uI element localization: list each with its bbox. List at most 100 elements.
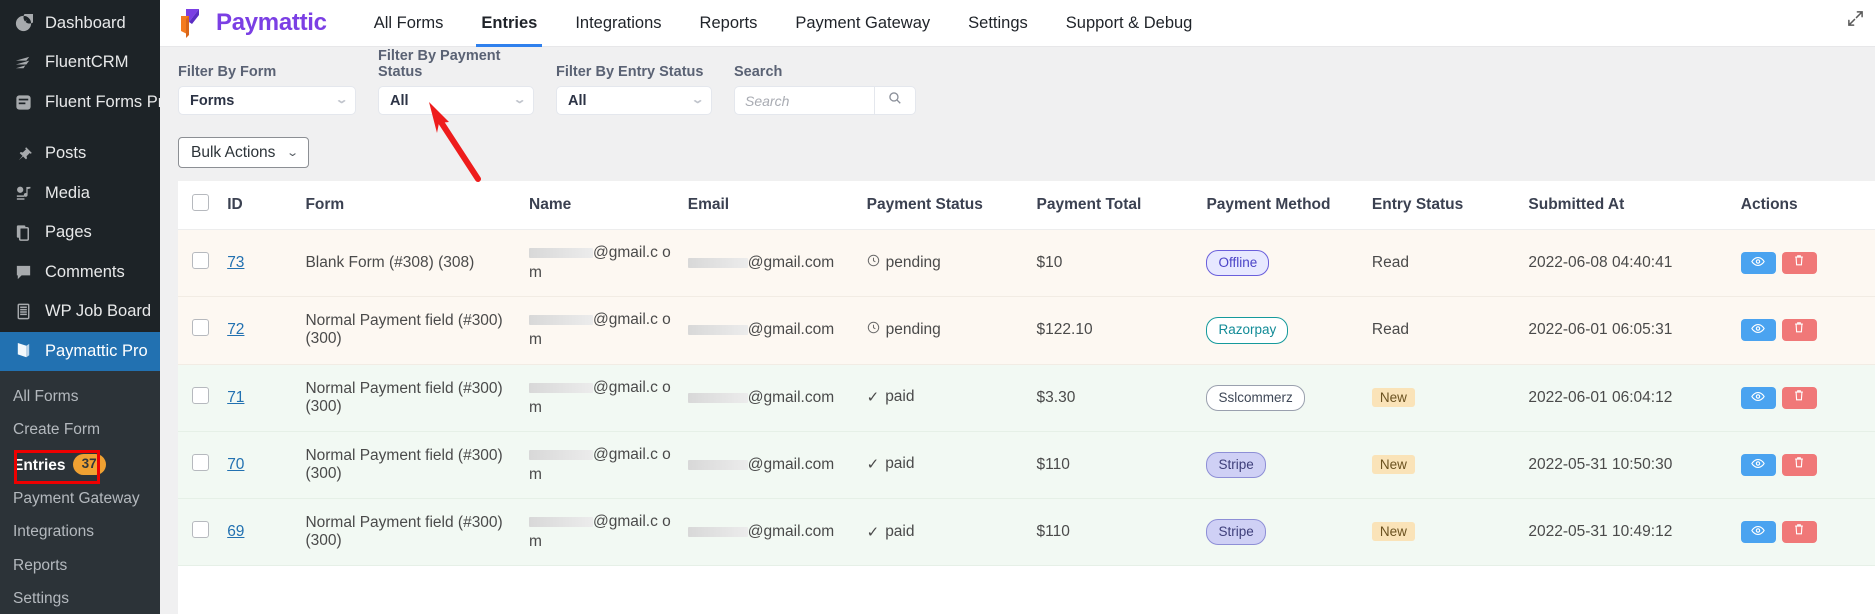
view-entry-button[interactable] bbox=[1740, 319, 1776, 342]
row-checkbox[interactable] bbox=[192, 453, 209, 471]
column-header-name[interactable]: Name bbox=[529, 181, 688, 230]
tab-payment-gateway[interactable]: Payment Gateway bbox=[776, 0, 949, 47]
column-header-id[interactable]: ID bbox=[227, 181, 306, 230]
tab-integrations[interactable]: Integrations bbox=[556, 0, 680, 47]
row-checkbox[interactable] bbox=[192, 521, 209, 539]
cell-actions bbox=[1740, 498, 1875, 567]
column-header-payment-status[interactable]: Payment Status bbox=[866, 181, 1037, 230]
cell-payment-method: Stripe bbox=[1206, 431, 1372, 500]
search-input[interactable] bbox=[734, 86, 874, 115]
delete-entry-button[interactable] bbox=[1781, 453, 1817, 476]
column-header-payment-method[interactable]: Payment Method bbox=[1206, 181, 1372, 230]
cell-actions bbox=[1740, 431, 1875, 500]
search-label: Search bbox=[734, 64, 783, 80]
paymattic-logo[interactable]: Paymattic bbox=[177, 7, 327, 39]
payment-status-text: paid bbox=[885, 455, 915, 473]
submenu-item-reports[interactable]: Reports bbox=[0, 549, 160, 582]
table-row[interactable]: 69 Normal Payment field (#300) (300) @gm… bbox=[178, 498, 1875, 567]
collapse-arrows-icon[interactable] bbox=[1843, 6, 1867, 30]
sidebar-label: Media bbox=[45, 183, 90, 202]
column-header-submitted-at[interactable]: Submitted At bbox=[1528, 181, 1741, 230]
column-header-payment-total[interactable]: Payment Total bbox=[1036, 181, 1207, 230]
sidebar-item-dashboard[interactable]: Dashboard bbox=[0, 4, 160, 43]
sidebar-item-pages[interactable]: Pages bbox=[0, 213, 160, 252]
table-row[interactable]: 72 Normal Payment field (#300) (300) @gm… bbox=[178, 296, 1875, 365]
cell-name: @gmail.c om bbox=[529, 431, 688, 500]
filter-payment-status-select[interactable]: All ⌄ bbox=[378, 86, 534, 115]
brand-name: Paymattic bbox=[216, 9, 327, 36]
submenu-label: All Forms bbox=[13, 387, 79, 405]
filter-form-select[interactable]: Forms ⌄ bbox=[178, 86, 356, 115]
trash-icon bbox=[1793, 389, 1805, 407]
cell-name: @gmail.c om bbox=[529, 498, 688, 567]
table-row[interactable]: 70 Normal Payment field (#300) (300) @gm… bbox=[178, 431, 1875, 500]
redacted-email bbox=[687, 459, 748, 470]
sidebar-item-wp-job-board[interactable]: WP Job Board bbox=[0, 292, 160, 331]
search-button[interactable] bbox=[874, 86, 916, 115]
entry-status-badge: New bbox=[1371, 454, 1415, 474]
filter-payment-status-label: Filter By Payment Status bbox=[378, 48, 501, 80]
filter-group-form: Filter By Form Forms ⌄ bbox=[178, 64, 356, 115]
filter-group-payment-status: Filter By Payment Status All ⌄ bbox=[378, 48, 534, 115]
tab-reports[interactable]: Reports bbox=[681, 0, 777, 47]
column-header-entry-status[interactable]: Entry Status bbox=[1371, 181, 1529, 230]
view-entry-button[interactable] bbox=[1740, 386, 1776, 409]
cell-email: @gmail.com bbox=[687, 229, 867, 298]
view-entry-button[interactable] bbox=[1740, 453, 1776, 476]
select-all-checkbox[interactable] bbox=[192, 194, 209, 211]
sidebar-label: Paymattic Pro bbox=[45, 341, 148, 360]
cell-email: @gmail.com bbox=[687, 296, 867, 365]
tab-label: Support & Debug bbox=[1065, 13, 1193, 32]
table-row[interactable]: 73 Blank Form (#308) (308) @gmail.c om @… bbox=[178, 229, 1875, 298]
tab-entries[interactable]: Entries bbox=[462, 0, 556, 47]
delete-entry-button[interactable] bbox=[1781, 319, 1817, 342]
redacted-name bbox=[529, 315, 594, 326]
table-row[interactable]: 71 Normal Payment field (#300) (300) @gm… bbox=[178, 364, 1875, 432]
sidebar-item-fluent-forms-pro[interactable]: Fluent Forms Pro bbox=[0, 83, 160, 122]
select-all-header bbox=[178, 181, 228, 230]
bulk-actions-label: Bulk Actions bbox=[191, 143, 276, 161]
submenu-item-entries[interactable]: Entries 37 bbox=[0, 447, 160, 484]
eye-icon bbox=[1751, 456, 1766, 474]
entry-id-link[interactable]: 73 bbox=[227, 254, 244, 271]
delete-entry-button[interactable] bbox=[1781, 386, 1817, 409]
column-header-form[interactable]: Form bbox=[305, 181, 530, 230]
submenu-item-all-forms[interactable]: All Forms bbox=[0, 380, 160, 413]
submenu-item-payment-gateway[interactable]: Payment Gateway bbox=[0, 482, 160, 515]
cell-submitted-at: 2022-05-31 10:49:12 bbox=[1528, 498, 1741, 567]
paymattic-topnav: Paymattic All Forms Entries Integrations… bbox=[160, 0, 1875, 47]
tab-settings[interactable]: Settings bbox=[949, 0, 1047, 47]
table-head: ID Form Name Email Payment Status Paymen… bbox=[178, 181, 1875, 230]
tab-support-debug[interactable]: Support & Debug bbox=[1047, 0, 1212, 47]
sidebar-item-posts[interactable]: Posts bbox=[0, 134, 160, 173]
bulk-actions-select[interactable]: Bulk Actions ⌄ bbox=[178, 137, 309, 168]
filter-entry-status-select[interactable]: All ⌄ bbox=[556, 86, 712, 115]
email-suffix: @gmail.com bbox=[747, 254, 835, 272]
sidebar-item-fluentcrm[interactable]: FluentCRM bbox=[0, 43, 160, 82]
row-select-cell bbox=[178, 229, 228, 298]
row-checkbox[interactable] bbox=[192, 319, 209, 337]
sidebar-item-comments[interactable]: Comments bbox=[0, 253, 160, 292]
column-header-email[interactable]: Email bbox=[687, 181, 867, 230]
entry-id-link[interactable]: 70 bbox=[227, 456, 244, 473]
entry-id-link[interactable]: 69 bbox=[227, 523, 244, 540]
submenu-item-settings[interactable]: Settings bbox=[0, 582, 160, 614]
cell-payment-total: $122.10 bbox=[1036, 296, 1207, 365]
cell-name: @gmail.c om bbox=[529, 229, 688, 298]
sidebar-item-paymattic-pro[interactable]: Paymattic Pro bbox=[0, 331, 160, 371]
submenu-item-integrations[interactable]: Integrations bbox=[0, 515, 160, 548]
view-entry-button[interactable] bbox=[1740, 521, 1776, 544]
eye-icon bbox=[1751, 254, 1766, 272]
delete-entry-button[interactable] bbox=[1781, 521, 1817, 544]
sidebar-item-media[interactable]: Media bbox=[0, 174, 160, 213]
submenu-item-create-form[interactable]: Create Form bbox=[0, 413, 160, 446]
entry-id-link[interactable]: 71 bbox=[227, 389, 244, 406]
row-checkbox[interactable] bbox=[192, 386, 209, 404]
tab-all-forms[interactable]: All Forms bbox=[355, 0, 463, 47]
delete-entry-button[interactable] bbox=[1781, 252, 1817, 275]
filter-entry-status-value: All bbox=[568, 92, 587, 109]
entry-id-link[interactable]: 72 bbox=[227, 321, 244, 338]
view-entry-button[interactable] bbox=[1740, 252, 1776, 275]
search-icon bbox=[888, 91, 902, 110]
row-checkbox[interactable] bbox=[192, 252, 209, 270]
